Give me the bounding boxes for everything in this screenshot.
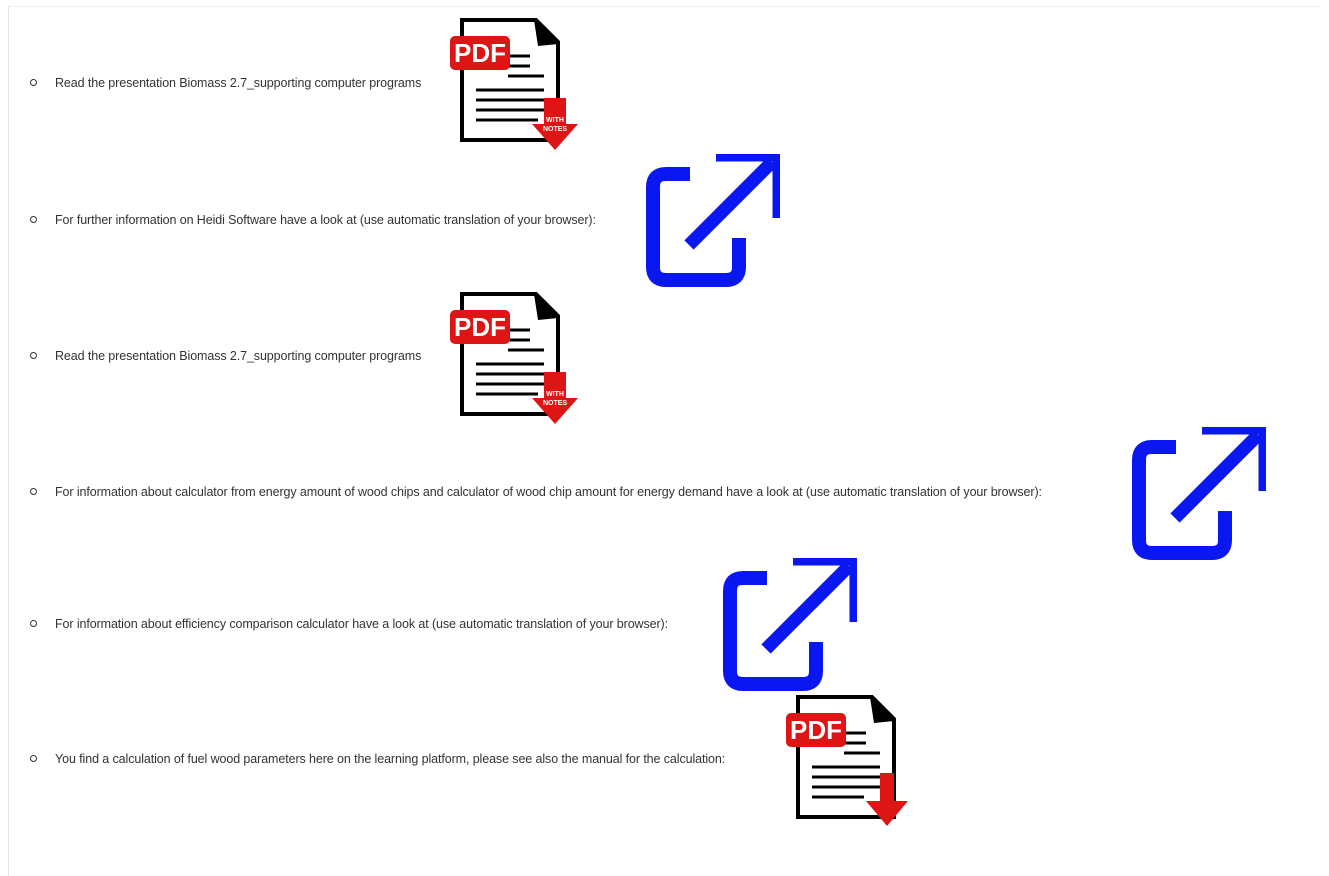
content-frame bbox=[8, 6, 1321, 876]
svg-text:NOTES: NOTES bbox=[543, 400, 567, 407]
pdf-with-notes-icon[interactable]: PDF WITH NOTES bbox=[448, 16, 582, 152]
svg-text:WITH: WITH bbox=[546, 391, 564, 398]
list-item-text: For information about efficiency compari… bbox=[55, 617, 668, 631]
list-item-text: For information about calculator from en… bbox=[55, 485, 1042, 499]
list-item-text: For further information on Heidi Softwar… bbox=[55, 213, 596, 227]
external-link-icon[interactable] bbox=[1132, 427, 1266, 561]
list-bullet bbox=[30, 620, 37, 627]
svg-text:PDF: PDF bbox=[454, 312, 506, 342]
svg-text:WITH: WITH bbox=[546, 117, 564, 124]
svg-text:PDF: PDF bbox=[790, 715, 842, 745]
external-link-icon[interactable] bbox=[646, 154, 780, 288]
list-bullet bbox=[30, 352, 37, 359]
svg-text:NOTES: NOTES bbox=[543, 126, 567, 133]
pdf-with-notes-icon[interactable]: PDF WITH NOTES bbox=[448, 290, 582, 426]
pdf-download-icon[interactable]: PDF bbox=[784, 693, 918, 829]
list-item-text: Read the presentation Biomass 2.7_suppor… bbox=[55, 76, 422, 90]
svg-text:PDF: PDF bbox=[454, 38, 506, 68]
list-item-text: You find a calculation of fuel wood para… bbox=[55, 752, 726, 766]
list-bullet bbox=[30, 216, 37, 223]
external-link-icon[interactable] bbox=[723, 558, 857, 692]
list-bullet bbox=[30, 79, 37, 86]
list-item-text: Read the presentation Biomass 2.7_suppor… bbox=[55, 349, 422, 363]
list-bullet bbox=[30, 755, 37, 762]
list-bullet bbox=[30, 488, 37, 495]
